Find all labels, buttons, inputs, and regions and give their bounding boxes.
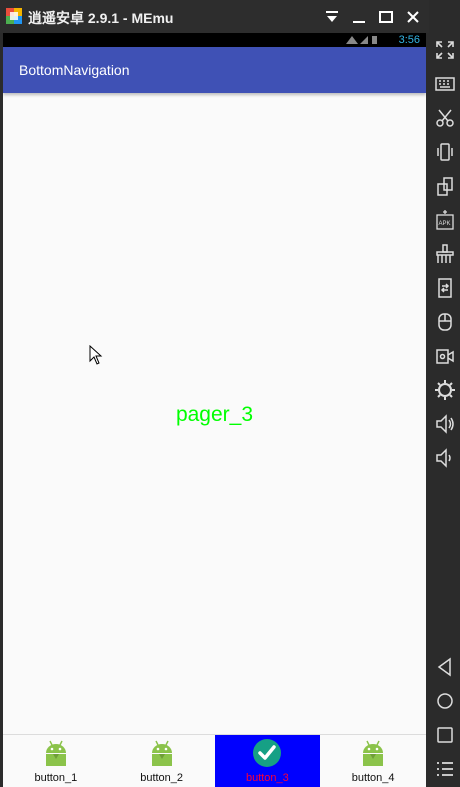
broom-icon <box>436 244 454 263</box>
window-title: 逍遥安卓 2.9.1 - MEmu <box>28 10 174 26</box>
minimize-button[interactable] <box>349 7 369 27</box>
scissors-icon <box>436 109 454 127</box>
shake-button[interactable] <box>434 141 456 163</box>
volume-up-icon <box>436 414 454 434</box>
nav-button-1[interactable]: button_1 <box>3 735 109 787</box>
settings-button[interactable] <box>434 379 456 401</box>
menu-button[interactable] <box>434 758 456 780</box>
nav-label-2: button_2 <box>140 772 184 784</box>
emulator-titlebar: 逍遥安卓 2.9.1 - MEmu <box>0 0 460 33</box>
memu-logo-icon <box>6 8 22 24</box>
sync-icon <box>438 278 452 298</box>
camera-icon <box>436 349 454 364</box>
minimize-icon <box>353 21 365 23</box>
volume-down-icon <box>436 448 451 468</box>
view-pager[interactable]: pager_3 <box>3 93 426 734</box>
android-icon <box>363 740 384 766</box>
back-button[interactable] <box>434 656 456 678</box>
dropdown-button[interactable] <box>322 7 342 27</box>
status-time: 3:56 <box>398 34 420 46</box>
shake-icon <box>437 143 453 161</box>
pager-label: pager_3 <box>175 403 254 426</box>
nav-button-3[interactable]: button_3 <box>214 735 321 787</box>
maximize-icon <box>379 11 393 23</box>
check-icon <box>253 739 282 767</box>
android-icon <box>151 740 172 766</box>
nav-label-1: button_1 <box>34 772 78 784</box>
home-button[interactable] <box>434 690 456 712</box>
settings-icon <box>435 380 455 400</box>
close-button[interactable] <box>403 7 423 27</box>
menu-icon <box>437 762 453 776</box>
home-icon <box>437 693 453 709</box>
storage-icon <box>438 313 452 331</box>
volume-down-button[interactable] <box>434 447 456 469</box>
app-title: BottomNavigation <box>19 62 130 78</box>
apk-icon: APK <box>436 210 454 230</box>
back-icon <box>437 657 451 677</box>
maximize-button[interactable] <box>376 7 396 27</box>
device-screen: 3:56 BottomNavigation pager_3 button_1 b… <box>3 33 426 787</box>
rotate-icon <box>437 177 453 196</box>
nav-button-2[interactable]: button_2 <box>109 735 215 787</box>
recents-icon <box>437 727 453 743</box>
nav-label-4: button_4 <box>351 772 395 784</box>
android-status-bar: 3:56 <box>3 33 426 47</box>
recents-button[interactable] <box>434 724 456 746</box>
storage-button[interactable] <box>434 311 456 333</box>
sync-button[interactable] <box>434 277 456 299</box>
apk-install-button[interactable]: APK <box>434 209 456 231</box>
bottom-navigation: button_1 button_2 button_3 button_4 <box>3 734 426 787</box>
nav-label-3: button_3 <box>245 772 289 784</box>
clean-button[interactable] <box>434 243 456 265</box>
android-icon <box>45 740 66 766</box>
keyboard-icon <box>435 77 455 91</box>
nav-button-4[interactable]: button_4 <box>320 735 426 787</box>
camera-button[interactable] <box>434 345 456 367</box>
app-bar: BottomNavigation <box>3 47 426 93</box>
status-icons <box>346 36 377 44</box>
volume-up-button[interactable] <box>434 413 456 435</box>
fullscreen-button[interactable] <box>434 39 456 61</box>
rotate-button[interactable] <box>434 175 456 197</box>
fullscreen-icon <box>436 41 454 59</box>
dropdown-icon <box>326 11 338 22</box>
mouse-cursor-icon <box>89 345 103 365</box>
scissors-button[interactable] <box>434 107 456 129</box>
emulator-toolbar: APK <box>429 0 460 787</box>
keyboard-button[interactable] <box>434 73 456 95</box>
svg-text:APK: APK <box>439 221 451 227</box>
close-icon <box>407 11 419 23</box>
